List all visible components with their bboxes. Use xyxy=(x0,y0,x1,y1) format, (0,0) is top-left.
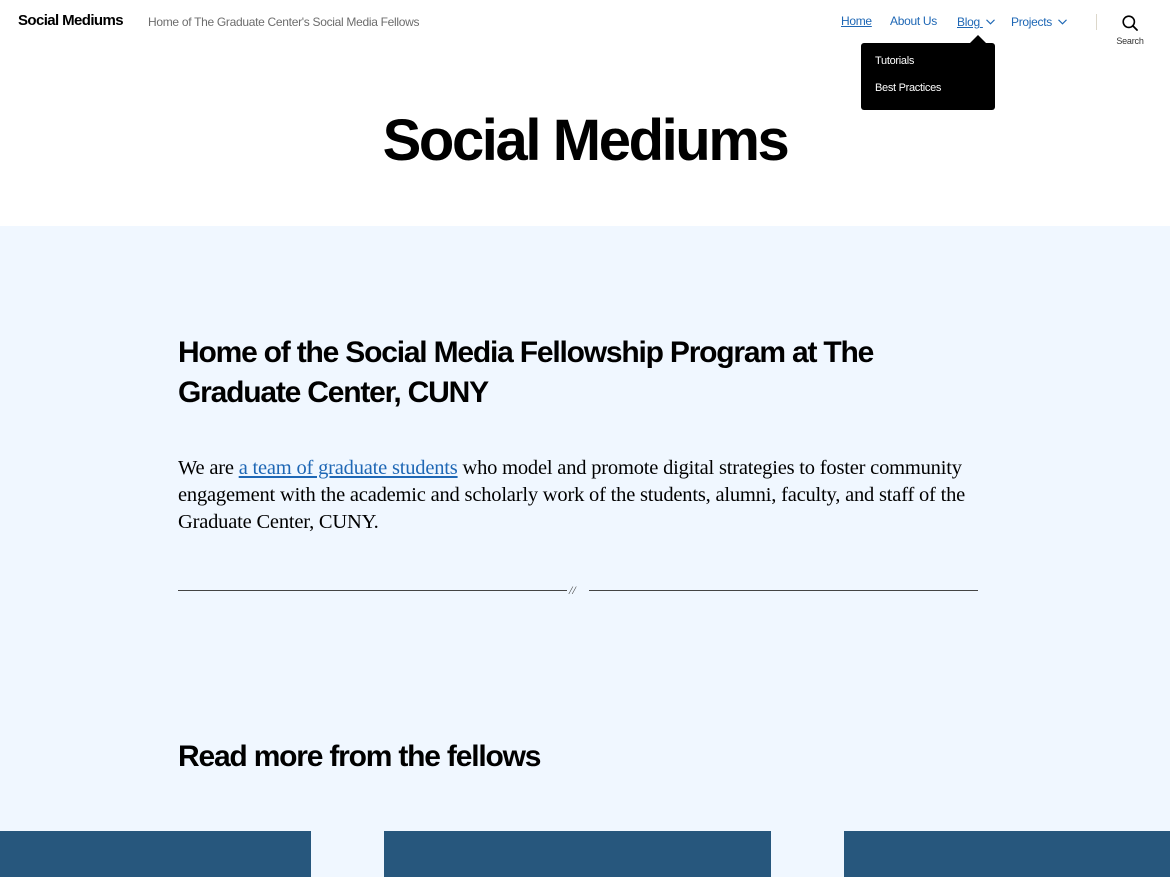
primary-navigation: Home About Us Blog Projects xyxy=(0,14,1170,34)
submenu-item-best-practices[interactable]: Best Practices xyxy=(875,82,941,94)
nav-blog-label: Blog xyxy=(957,15,980,29)
team-link[interactable]: a team of graduate students xyxy=(239,457,458,479)
search-toggle-button[interactable]: Search xyxy=(1110,12,1150,48)
separator-mark: // xyxy=(569,583,576,597)
nav-home-link[interactable]: Home xyxy=(841,14,872,28)
search-label: Search xyxy=(1116,36,1144,46)
section-separator: // xyxy=(178,583,978,597)
blog-submenu: Tutorials Best Practices xyxy=(861,35,995,110)
post-card[interactable] xyxy=(844,831,1170,877)
intro-paragraph: We are a team of graduate students who m… xyxy=(178,455,978,536)
post-card[interactable] xyxy=(384,831,771,877)
separator-line-right xyxy=(589,590,978,591)
chevron-down-icon[interactable] xyxy=(985,14,995,28)
intro-heading: Home of the Social Media Fellowship Prog… xyxy=(178,336,874,409)
page-title: Social Mediums xyxy=(382,108,790,173)
nav-about-link[interactable]: About Us xyxy=(890,14,937,28)
header-divider xyxy=(1096,14,1097,30)
read-more-heading: Read more from the fellows xyxy=(178,740,541,773)
submenu-item-tutorials[interactable]: Tutorials xyxy=(875,55,914,67)
site-header: Social Mediums Home of The Graduate Cent… xyxy=(0,0,1170,226)
nav-about-label: About Us xyxy=(890,14,937,28)
intro-text-start: We are xyxy=(178,457,239,479)
nav-home-label: Home xyxy=(841,14,872,28)
nav-projects-link[interactable]: Projects xyxy=(1011,14,1067,29)
chevron-down-icon[interactable] xyxy=(1058,14,1067,28)
main-content: Home of the Social Media Fellowship Prog… xyxy=(0,226,1170,877)
separator-line-left xyxy=(178,590,567,591)
post-card[interactable] xyxy=(0,831,311,877)
nav-projects-label: Projects xyxy=(1011,15,1052,29)
nav-blog-link[interactable]: Blog xyxy=(957,14,995,29)
